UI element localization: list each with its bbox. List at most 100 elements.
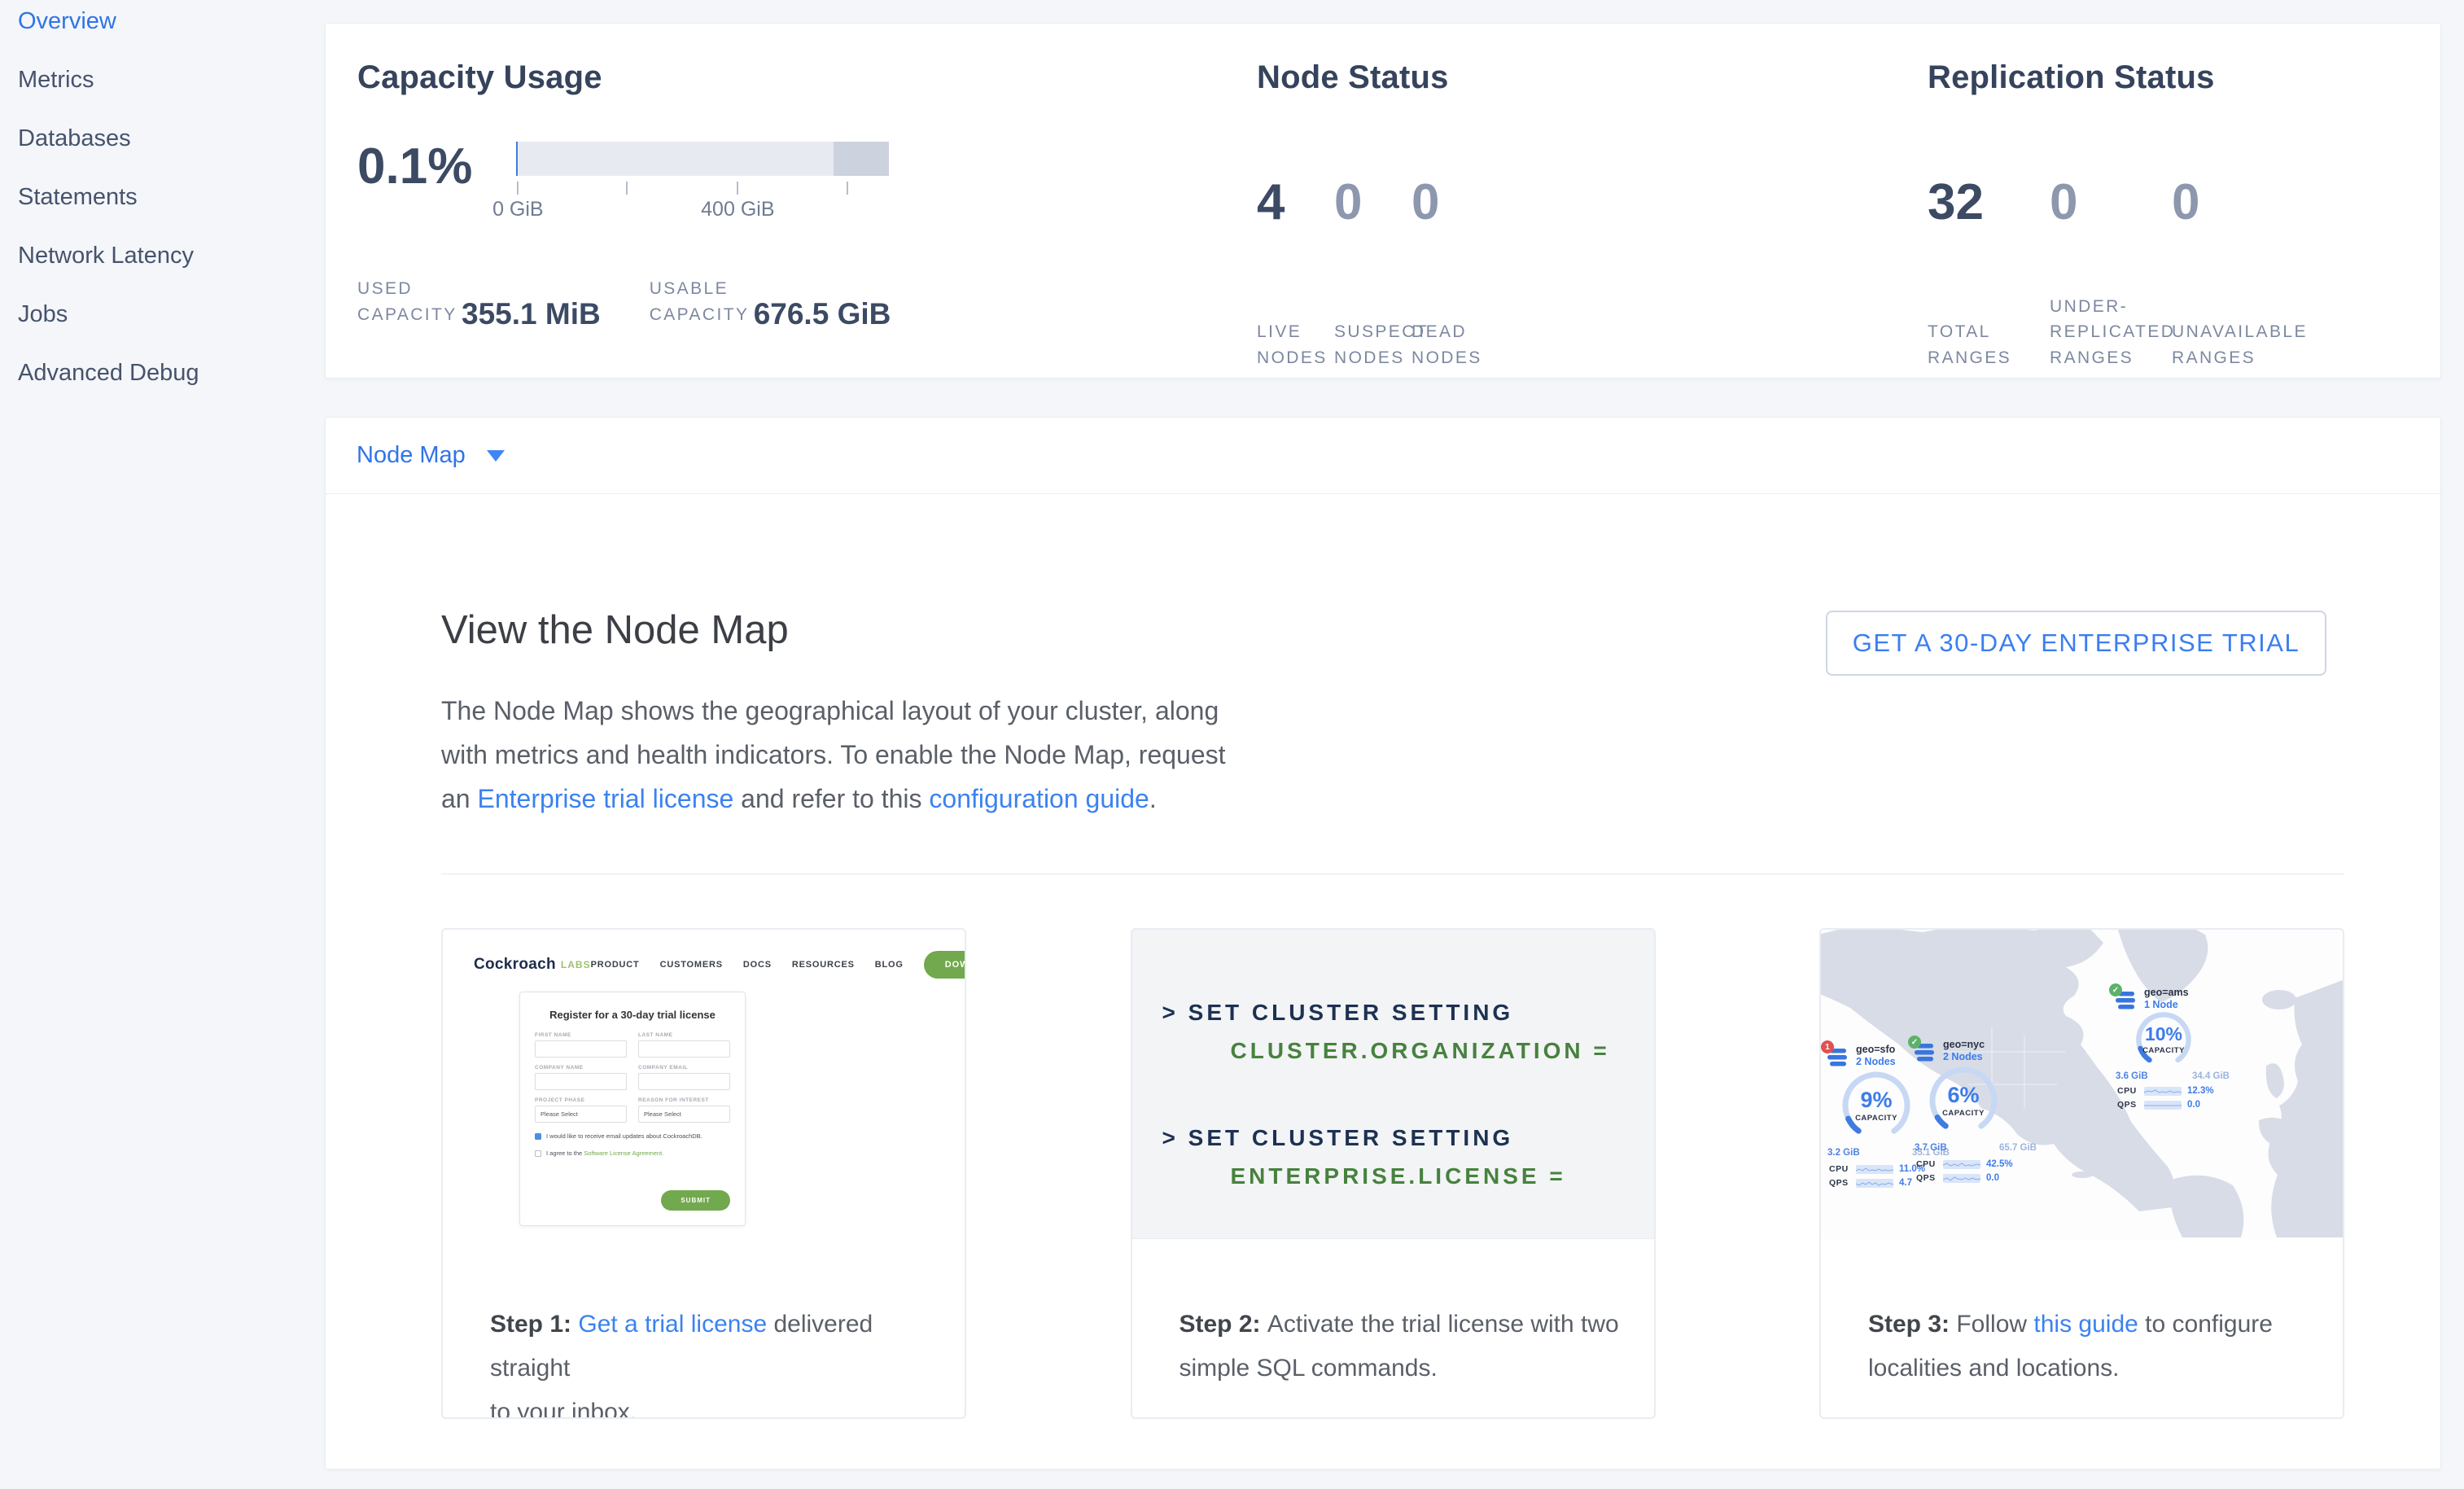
enterprise-trial-license-link[interactable]: Enterprise trial license (477, 784, 733, 813)
capacity-bar-chart: 0 GiB 400 GiB (516, 142, 889, 222)
field-label: REASON FOR INTEREST (638, 1097, 730, 1103)
sidebar-item-databases[interactable]: Databases (0, 109, 325, 168)
live-nodes-stat: 4 LIVE NODES (1257, 177, 1334, 370)
node-map-intro: View the Node Map The Node Map shows the… (441, 607, 1255, 821)
capacity-axis-ticks (516, 182, 889, 195)
dead-nodes-value: 0 (1411, 177, 1489, 228)
locality-node-count: 2 Nodes (1856, 1056, 1896, 1067)
cluster-summary-panel: Capacity Usage 0.1% 0 GiB 400 GiB (325, 23, 2441, 379)
mini-site-download-button: DOWNLOAD (924, 951, 965, 979)
unavailable-ranges-value: 0 (2172, 177, 2294, 228)
capacity-percent-value: 9% (1860, 1089, 1892, 1111)
qps-label: QPS (1829, 1178, 1850, 1188)
page-title: View the Node Map (441, 607, 1255, 653)
step3-caption: Step 3: Follow this guide to configurelo… (1821, 1239, 2343, 1390)
error-badge-icon: 1 (1821, 1040, 1834, 1053)
replication-status-section: Replication Status 32 TOTAL RANGES 0 UND… (1928, 59, 2294, 370)
last-name-field (638, 1040, 730, 1058)
configuration-guide-link[interactable]: configuration guide (929, 784, 1149, 813)
first-name-field (535, 1040, 627, 1058)
capacity-tick-400gib: 400 GiB (685, 198, 790, 221)
get-trial-license-link[interactable]: Get a trial license (578, 1311, 767, 1338)
mini-site-logo-suffix: LABS (561, 959, 591, 970)
field-label: FIRST NAME (535, 1032, 627, 1038)
sidebar-item-metrics[interactable]: Metrics (0, 50, 325, 109)
checkbox-unchecked-icon (535, 1150, 541, 1157)
replication-status-title: Replication Status (1928, 59, 2294, 96)
qps-value: 4.7 (1899, 1178, 1912, 1188)
this-guide-link[interactable]: this guide (2033, 1311, 2138, 1338)
sidebar-item-jobs[interactable]: Jobs (0, 285, 325, 344)
total-ranges-value: 32 (1928, 177, 2050, 228)
cpu-sparkline (1943, 1160, 1980, 1169)
mini-site-nav-resources: RESOURCES (792, 960, 855, 970)
mini-site-nav-docs: DOCS (743, 960, 772, 970)
locality-node-count: 1 Node (2144, 999, 2189, 1010)
mini-site-nav-blog: BLOG (875, 960, 904, 970)
capacity-word: CAPACITY (1855, 1114, 1897, 1123)
total-gib: 34.4 GiB (2192, 1071, 2230, 1081)
sidebar-item-network-latency[interactable]: Network Latency (0, 226, 325, 285)
project-phase-select: Please Select (535, 1106, 627, 1123)
locality-name: geo=ams (2144, 987, 2189, 998)
step2-caption: Step 2: Activate the trial license with … (1132, 1239, 1654, 1390)
qps-value: 0.0 (1986, 1173, 1999, 1183)
capacity-bar (516, 142, 889, 176)
cpu-label: CPU (1916, 1159, 1937, 1169)
software-license-agreement-link: Software License Agreement. (584, 1150, 663, 1157)
chevron-down-icon (487, 450, 505, 462)
field-label: PROJECT PHASE (535, 1097, 627, 1103)
usable-capacity-value: 676.5 GiB (754, 299, 891, 329)
sidebar-item-advanced-debug[interactable]: Advanced Debug (0, 344, 325, 402)
qps-sparkline (1943, 1174, 1980, 1183)
under-replicated-ranges-value: 0 (2050, 177, 2172, 228)
qps-sparkline (2144, 1101, 2182, 1110)
mini-site-form-title: Register for a 30-day trial license (535, 1009, 730, 1021)
live-nodes-value: 4 (1257, 177, 1334, 228)
company-name-field (535, 1073, 627, 1090)
total-gib: 65.7 GiB (1999, 1143, 2037, 1153)
capacity-bar-used-segment (516, 142, 518, 176)
node-map-preview-image: 1 geo=sfo 2 Nodes (1821, 930, 2343, 1239)
qps-value: 0.0 (2187, 1100, 2200, 1110)
capacity-gauge: 9% CAPACITY (1839, 1068, 1914, 1143)
dead-nodes-label: DEAD NODES (1411, 319, 1489, 370)
reason-for-interest-select: Please Select (638, 1106, 730, 1123)
node-map-header: Node Map (326, 418, 2440, 494)
email-updates-checkbox-label: I would like to receive email updates ab… (546, 1132, 702, 1140)
used-gib: 3.2 GiB (1827, 1148, 1860, 1158)
node-status-section: Node Status 4 LIVE NODES 0 SUSPECT NODES… (1257, 59, 1489, 370)
step2-card: > SET CLUSTER SETTING CLUSTER.ORGANIZATI… (1131, 928, 1656, 1419)
sidebar-nav-list: Overview Metrics Databases Statements Ne… (0, 0, 325, 402)
ok-badge-icon: ✓ (1908, 1036, 1921, 1049)
capacity-percent: 0.1% (357, 142, 472, 222)
step1-caption: Step 1: Get a trial license delivered st… (443, 1239, 965, 1419)
used-capacity-value: 355.1 MiB (462, 299, 601, 329)
capacity-percent-value: 6% (1947, 1084, 1979, 1106)
used-gib: 3.7 GiB (1915, 1143, 1947, 1153)
sidebar-item-overview[interactable]: Overview (0, 0, 325, 50)
node-map-description: The Node Map shows the geographical layo… (441, 689, 1251, 821)
unavailable-ranges-stat: 0 UNAVAILABLE RANGES (2172, 177, 2294, 370)
qps-sparkline (1856, 1179, 1893, 1188)
locality-name: geo=nyc (1943, 1039, 1985, 1050)
cpu-sparkline (2144, 1087, 2182, 1096)
ok-badge-icon: ✓ (2109, 983, 2122, 996)
mini-site-header: Cockroach LABS PRODUCT CUSTOMERS DOCS RE… (443, 930, 965, 979)
qps-label: QPS (1916, 1173, 1937, 1183)
node-map-view-selector[interactable]: Node Map (357, 442, 505, 469)
suspect-nodes-label: SUSPECT NODES (1334, 319, 1411, 370)
sidebar-item-statements[interactable]: Statements (0, 168, 325, 226)
mini-site-submit-button: SUBMIT (661, 1190, 730, 1211)
get-enterprise-trial-button[interactable]: GET A 30-DAY ENTERPRISE TRIAL (1826, 611, 2326, 676)
used-capacity-label: USED CAPACITY (357, 276, 455, 327)
sql-command-2: > SET CLUSTER SETTING (1162, 1119, 1654, 1157)
used-capacity-stat: USED CAPACITY 355.1 MiB (357, 276, 601, 327)
sql-arg-cluster-organization: CLUSTER.ORGANIZATION = (1231, 1031, 1654, 1070)
dead-nodes-stat: 0 DEAD NODES (1411, 177, 1489, 370)
company-email-field (638, 1073, 730, 1090)
sql-arg-enterprise-license: ENTERPRISE.LICENSE = (1231, 1157, 1654, 1195)
capacity-gauge: 6% CAPACITY (1926, 1063, 2001, 1138)
total-ranges-stat: 32 TOTAL RANGES (1928, 177, 2050, 370)
field-label: COMPANY NAME (535, 1065, 627, 1071)
